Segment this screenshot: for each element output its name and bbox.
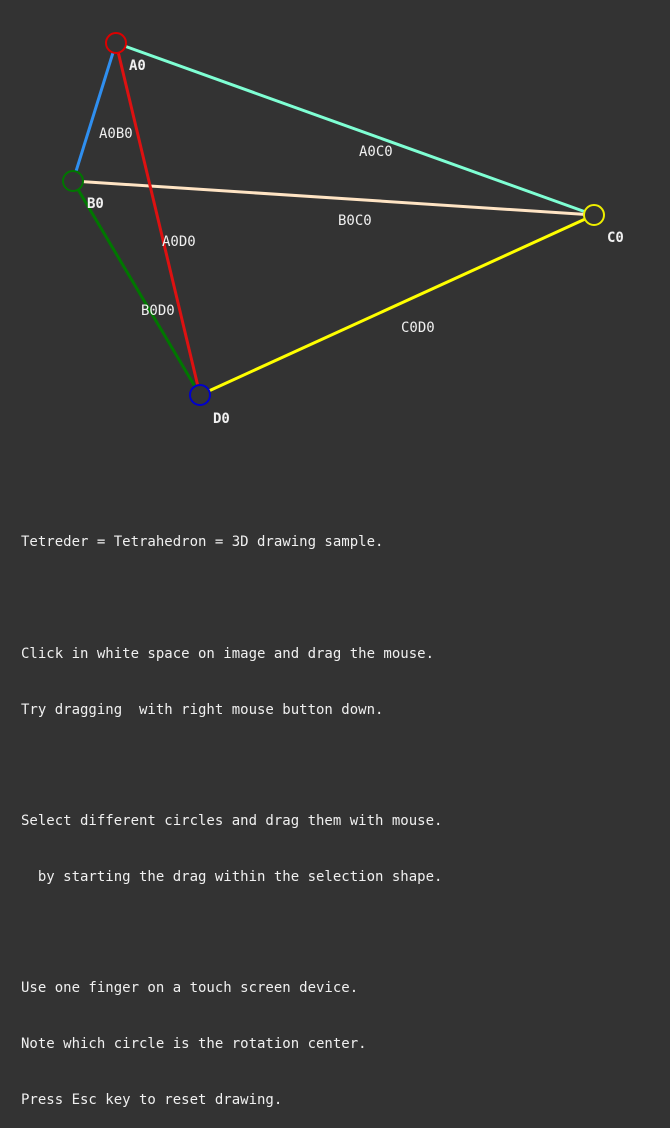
instruction-line: Select different circles and drag them w…	[21, 813, 443, 830]
instruction-line: Press Esc key to reset drawing.	[21, 1092, 283, 1108]
edge-a0d0-label: A0D0	[162, 234, 196, 250]
instructions-text: Tetreder = Tetrahedron = 3D drawing samp…	[21, 496, 442, 1128]
vertex-c0-circle[interactable]	[583, 204, 605, 226]
tetrahedron-svg[interactable]: A0 B0 C0 D0 A0B0 A0C0 A0D0 B0C0 B0D0 C0D…	[0, 0, 670, 470]
instruction-line: Use one finger on a touch screen device.	[21, 980, 359, 997]
vertex-c0-label: C0	[607, 230, 624, 246]
edge-a0d0	[114, 42, 202, 396]
instruction-line: Click in white space on image and drag t…	[21, 645, 435, 662]
vertex-a0-label: A0	[129, 58, 146, 74]
vertex-d0-label: D0	[213, 411, 230, 427]
instruction-line: Tetreder = Tetrahedron = 3D drawing samp…	[21, 534, 384, 551]
vertex-d0-circle[interactable]	[189, 384, 211, 406]
vertex-b0-circle[interactable]	[62, 170, 84, 192]
instruction-line: Try dragging with right mouse button dow…	[21, 701, 384, 718]
edge-b0d0	[71, 180, 202, 396]
instruction-line	[21, 924, 442, 943]
edge-c0d0	[199, 213, 595, 397]
instruction-line	[21, 756, 442, 775]
vertex-a0-circle[interactable]	[105, 32, 127, 54]
vertex-b0-label: B0	[87, 196, 104, 212]
instruction-line: Note which circle is the rotation center…	[21, 1036, 367, 1053]
edge-a0b0-label: A0B0	[99, 126, 133, 142]
edge-b0c0-label: B0C0	[338, 213, 372, 229]
instruction-line	[21, 589, 442, 608]
edge-b0d0-label: B0D0	[141, 303, 175, 319]
drawing-canvas[interactable]: A0 B0 C0 D0 A0B0 A0C0 A0D0 B0C0 B0D0 C0D…	[0, 0, 670, 470]
edge-c0d0-label: C0D0	[401, 320, 435, 336]
instruction-line: by starting the drag within the selectio…	[21, 868, 443, 885]
edge-a0b0	[71, 42, 118, 182]
edge-a0c0-label: A0C0	[359, 144, 393, 160]
